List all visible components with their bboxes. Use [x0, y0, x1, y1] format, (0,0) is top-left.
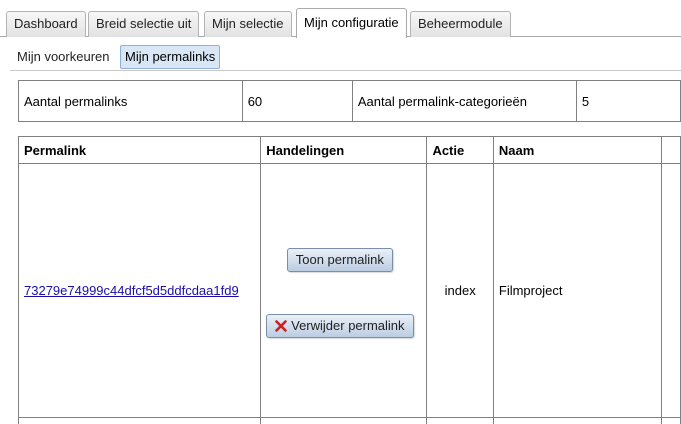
permalink-cell: 73279e74999c44dfcf5d5ddfcdaa1fd9	[17, 163, 262, 418]
permalink-count-value: 60	[241, 80, 353, 122]
actions-cell: Toon permalink Verwijder permalink	[260, 163, 428, 418]
category-count-label: Aantal permalink-categorieën	[351, 80, 577, 122]
empty-cell	[492, 417, 662, 424]
table-row: 73279e74999c44dfcf5d5ddfcdaa1fd9 Toon pe…	[17, 163, 681, 418]
header-handelingen: Handelingen	[260, 136, 428, 164]
permalink-count-label: Aantal permalinks	[18, 80, 243, 122]
show-permalink-label: Toon permalink	[295, 251, 384, 267]
header-naam: Naam	[492, 136, 662, 164]
red-x-icon	[275, 319, 287, 332]
delete-permalink-label: Verwijder permalink	[291, 317, 405, 333]
extra-cell	[660, 163, 681, 418]
tab-breid-selectie-uit[interactable]: Breid selectie uit	[88, 11, 200, 37]
permalinks-table: Permalink Handelingen Actie Naam 73279e7…	[17, 136, 681, 424]
name-cell: Filmproject	[492, 163, 662, 418]
header-extra	[660, 136, 681, 164]
empty-cell	[17, 417, 262, 424]
table-header-row: Permalink Handelingen Actie Naam	[17, 136, 681, 164]
tab-dashboard[interactable]: Dashboard	[6, 11, 86, 37]
sub-tab-bar: Mijn voorkeuren Mijn permalinks	[10, 44, 681, 71]
page: Dashboard Breid selectie uit Mijn select…	[0, 0, 681, 424]
permalink-link[interactable]: 73279e74999c44dfcf5d5ddfcdaa1fd9	[24, 283, 239, 298]
show-permalink-button[interactable]: Toon permalink	[286, 247, 393, 272]
tab-beheermodule[interactable]: Beheermodule	[410, 11, 511, 37]
tab-mijn-selectie[interactable]: Mijn selectie	[204, 11, 292, 37]
subtab-mijn-permalinks[interactable]: Mijn permalinks	[120, 45, 221, 69]
empty-cell	[426, 417, 494, 424]
action-cell: index	[426, 163, 494, 418]
header-actie: Actie	[426, 136, 494, 164]
empty-cell	[660, 417, 681, 424]
delete-permalink-button[interactable]: Verwijder permalink	[266, 313, 414, 338]
main-tab-bar: Dashboard Breid selectie uit Mijn select…	[0, 0, 681, 38]
empty-cell	[260, 417, 428, 424]
table-row	[17, 417, 681, 424]
permalink-stats-table: Aantal permalinks 60 Aantal permalink-ca…	[18, 80, 681, 122]
category-count-value: 5	[575, 80, 681, 122]
subtab-mijn-voorkeuren[interactable]: Mijn voorkeuren	[13, 45, 114, 69]
header-permalink: Permalink	[17, 136, 262, 164]
stats-row: Aantal permalinks 60 Aantal permalink-ca…	[18, 80, 681, 122]
tab-mijn-configuratie[interactable]: Mijn configuratie	[296, 8, 407, 38]
